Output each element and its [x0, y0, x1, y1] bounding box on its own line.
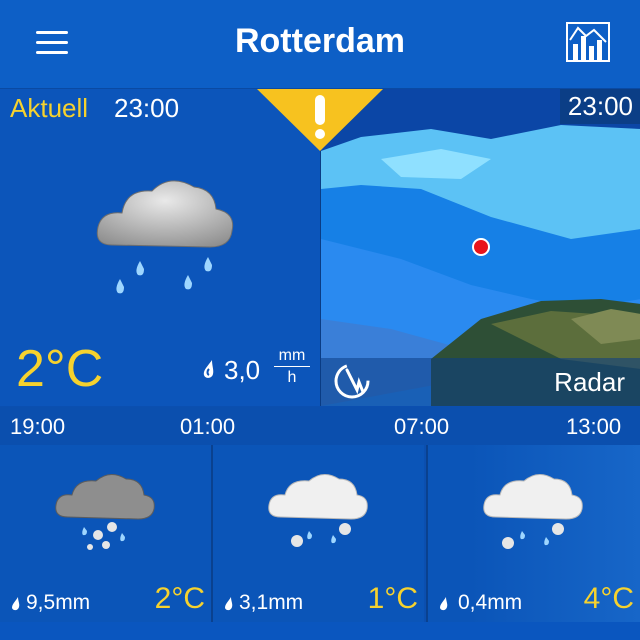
radar-label: Radar [554, 367, 625, 397]
timeline-label: 01:00 [180, 414, 236, 439]
current-temperature: 2°C [16, 340, 104, 398]
forecast-tile[interactable]: 9,5mm 2°C [0, 445, 211, 622]
location-marker [472, 238, 490, 256]
drop-icon [440, 597, 448, 611]
timeline-label: 19:00 [10, 414, 66, 439]
precipitation-value: 3,0 [224, 355, 261, 385]
page-title: Rotterdam [234, 22, 406, 60]
forecast-temperature: 4°C [583, 582, 634, 615]
radar-play-icon[interactable] [333, 362, 371, 400]
drop-icon [203, 360, 214, 378]
warning-icon[interactable] [257, 89, 383, 151]
bottom-bar [0, 622, 640, 640]
forecast-precipitation: 0,4mm [458, 591, 523, 614]
chart-icon[interactable] [566, 22, 610, 62]
header: Rotterdam [0, 0, 640, 89]
forecast-temperature: 1°C [367, 582, 418, 615]
forecast-timeline: 19:00 01:00 07:00 13:00 [0, 407, 640, 445]
precipitation-unit: mm h [274, 347, 310, 387]
forecast-tile[interactable]: 0,4mm 4°C [428, 445, 640, 622]
forecast-precipitation: 9,5mm [26, 591, 91, 614]
timeline-label: 07:00 [394, 414, 450, 439]
forecast-temperature: 2°C [154, 582, 205, 615]
sleet-cloud-icon [483, 474, 583, 549]
forecast-precipitation: 3,1mm [239, 591, 304, 614]
forecast-tile[interactable]: 3,1mm 1°C [213, 445, 424, 622]
current-precipitation: 3,0 mm h [198, 347, 316, 387]
sleet-cloud-icon [268, 474, 368, 547]
rain-cloud-icon [96, 180, 234, 294]
current-time: 23:00 [114, 93, 180, 123]
drop-icon [12, 597, 20, 611]
timeline-label: 13:00 [566, 414, 622, 439]
drop-icon [225, 597, 233, 611]
current-label: Aktuell [10, 93, 89, 123]
sleet-cloud-icon [55, 474, 155, 550]
radar-time: 23:00 [559, 89, 640, 124]
